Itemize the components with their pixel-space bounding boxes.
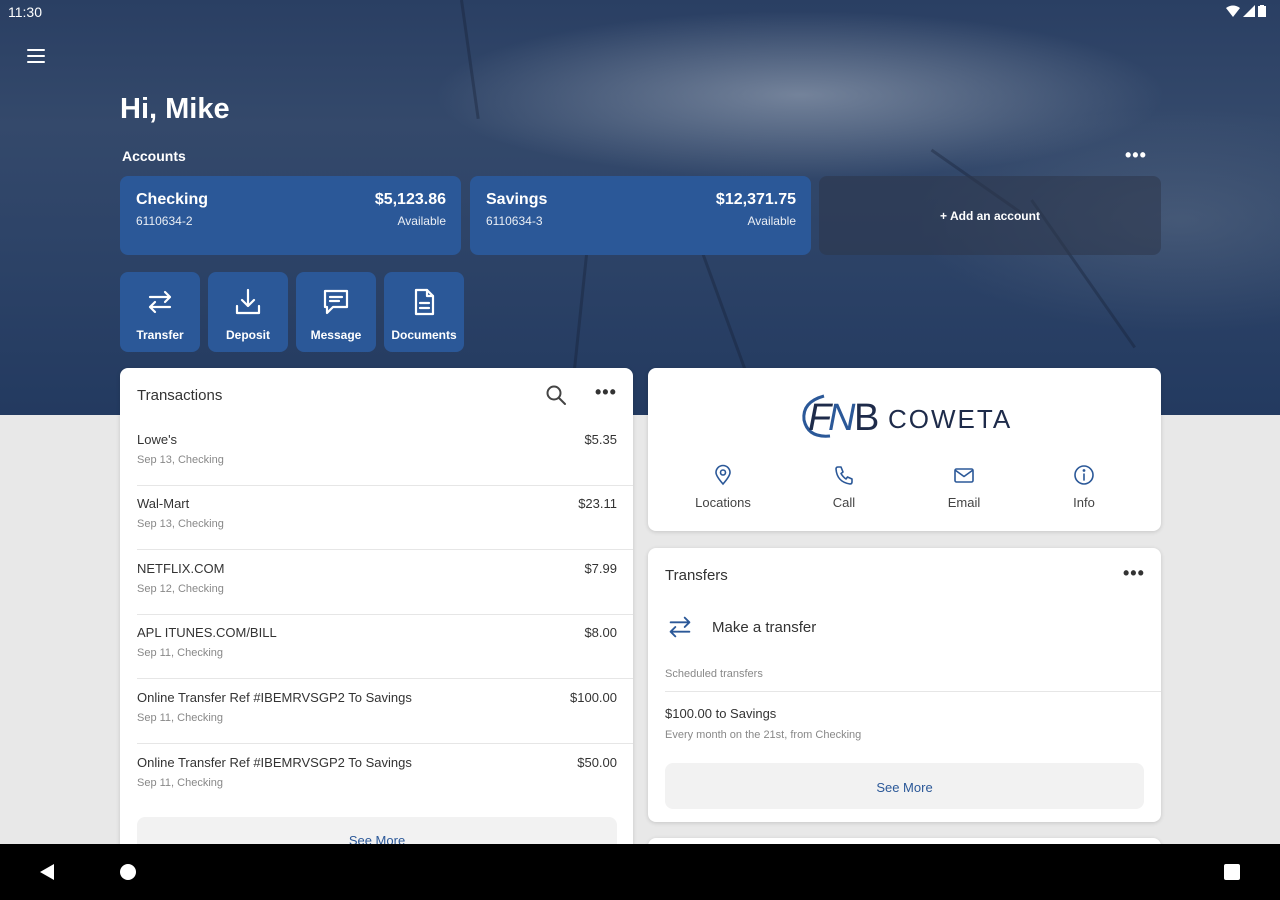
recent-apps-icon[interactable] <box>1224 864 1240 880</box>
account-balance: $5,123.86 <box>374 191 446 208</box>
transaction-amount: $50.00 <box>577 755 617 770</box>
transaction-description: Online Transfer Ref #IBEMRVSGP2 To Savin… <box>137 690 412 705</box>
info-icon <box>1074 465 1094 485</box>
transaction-row[interactable]: Lowe's Sep 13, Checking $5.35 <box>137 422 633 486</box>
account-balance: $12,371.75 <box>715 191 796 208</box>
quick-action-documents[interactable]: Documents <box>384 272 464 352</box>
row-divider <box>137 549 633 550</box>
transfers-more-icon[interactable]: ••• <box>1123 563 1145 584</box>
system-navigation-bar <box>0 844 1280 900</box>
wifi-icon <box>1226 5 1240 17</box>
account-number: 6110634-2 <box>136 214 193 228</box>
bank-info-panel: F N B COWETA Locations Call Email Info <box>648 368 1161 531</box>
bank-action-locations[interactable]: Locations <box>678 464 768 510</box>
make-transfer-label: Make a transfer <box>712 619 817 636</box>
bank-action-email[interactable]: Email <box>919 464 1009 510</box>
add-account-label: + Add an account <box>940 209 1040 223</box>
accounts-more-icon[interactable]: ••• <box>1125 145 1147 166</box>
quick-action-deposit[interactable]: Deposit <box>208 272 288 352</box>
account-card-savings[interactable]: Savings 6110634-3 $12,371.75 Available <box>470 176 811 255</box>
transaction-row[interactable]: Wal-Mart Sep 13, Checking $23.11 <box>137 486 633 550</box>
transaction-description: NETFLIX.COM <box>137 561 225 576</box>
svg-text:COWETA: COWETA <box>888 404 1012 434</box>
scheduled-transfers-label: Scheduled transfers <box>665 668 763 680</box>
transfers-panel: Transfers ••• Make a transfer Scheduled … <box>648 548 1161 822</box>
phone-icon <box>835 466 853 485</box>
transfers-see-more-button[interactable]: See More <box>665 763 1144 809</box>
transfers-title: Transfers <box>665 567 728 584</box>
bank-action-label: Email <box>947 495 981 510</box>
transaction-amount: $100.00 <box>570 690 617 705</box>
bank-action-label: Call <box>832 495 856 510</box>
transaction-meta: Sep 11, Checking <box>137 777 224 789</box>
row-divider <box>137 743 633 744</box>
status-bar-time: 11:30 <box>8 4 42 20</box>
make-transfer-button[interactable]: Make a transfer <box>665 610 1144 646</box>
account-number: 6110634-3 <box>486 214 543 228</box>
transaction-description: Wal-Mart <box>137 496 190 511</box>
accounts-section-label: Accounts <box>122 148 186 164</box>
search-icon[interactable] <box>545 384 567 406</box>
bank-action-label: Locations <box>695 495 751 510</box>
status-bar-icons <box>1226 5 1266 17</box>
quick-action-label: Transfer <box>136 328 184 342</box>
account-name: Checking <box>136 191 209 208</box>
transaction-description: Lowe's <box>137 432 178 447</box>
home-icon[interactable] <box>120 864 136 880</box>
transaction-meta: Sep 13, Checking <box>137 454 224 466</box>
quick-action-label: Deposit <box>225 328 270 342</box>
svg-text:B: B <box>854 397 879 439</box>
deposit-icon <box>235 288 261 315</box>
scheduled-transfer-detail: Every month on the 21st, from Checking <box>665 729 862 741</box>
bank-action-info[interactable]: Info <box>1039 464 1129 510</box>
bank-action-label: Info <box>1073 495 1095 510</box>
transaction-row[interactable]: Online Transfer Ref #IBEMRVSGP2 To Savin… <box>137 680 633 744</box>
signal-icon <box>1243 5 1255 17</box>
transfer-icon <box>148 290 172 314</box>
add-account-button[interactable]: + Add an account <box>819 176 1161 255</box>
account-balance-label: Available <box>397 214 446 228</box>
transaction-row[interactable]: NETFLIX.COM Sep 12, Checking $7.99 <box>137 551 633 615</box>
account-name: Savings <box>486 191 548 208</box>
transaction-row[interactable]: APL ITUNES.COM/BILL Sep 11, Checking $8.… <box>137 615 633 679</box>
quick-action-message[interactable]: Message <box>296 272 376 352</box>
svg-text:N: N <box>828 397 856 439</box>
email-icon <box>954 468 974 483</box>
greeting-title: Hi, Mike <box>120 93 230 125</box>
row-divider <box>137 678 633 679</box>
transaction-amount: $23.11 <box>578 496 617 511</box>
quick-action-label: Documents <box>391 328 457 342</box>
transactions-title: Transactions <box>137 387 223 404</box>
battery-icon <box>1258 5 1266 17</box>
transaction-meta: Sep 13, Checking <box>137 518 224 530</box>
transaction-row[interactable]: Online Transfer Ref #IBEMRVSGP2 To Savin… <box>137 745 617 809</box>
row-divider <box>665 691 1161 692</box>
transfer-icon <box>669 616 691 638</box>
transaction-meta: Sep 11, Checking <box>137 712 224 724</box>
account-balance-label: Available <box>747 214 796 228</box>
hamburger-menu-icon[interactable] <box>27 49 45 63</box>
transaction-amount: $8.00 <box>584 625 617 640</box>
scheduled-transfer-title[interactable]: $100.00 to Savings <box>665 706 776 721</box>
transaction-meta: Sep 11, Checking <box>137 647 224 659</box>
message-icon <box>323 289 349 315</box>
transaction-description: Online Transfer Ref #IBEMRVSGP2 To Savin… <box>137 755 412 770</box>
account-card-checking[interactable]: Checking 6110634-2 $5,123.86 Available <box>120 176 461 255</box>
quick-action-label: Message <box>310 328 362 342</box>
location-pin-icon <box>715 464 731 486</box>
transaction-amount: $7.99 <box>584 561 617 576</box>
transaction-amount: $5.35 <box>584 432 617 447</box>
back-icon[interactable] <box>40 864 54 880</box>
bank-action-call[interactable]: Call <box>799 464 889 510</box>
quick-action-transfer[interactable]: Transfer <box>120 272 200 352</box>
bank-logo: F N B COWETA <box>802 394 1012 439</box>
transaction-meta: Sep 12, Checking <box>137 583 224 595</box>
transactions-more-icon[interactable]: ••• <box>595 382 617 403</box>
transaction-description: APL ITUNES.COM/BILL <box>137 625 277 640</box>
transactions-panel: Transactions Lowe's Sep 13, Checking $5.… <box>120 368 633 868</box>
document-icon <box>414 288 435 316</box>
